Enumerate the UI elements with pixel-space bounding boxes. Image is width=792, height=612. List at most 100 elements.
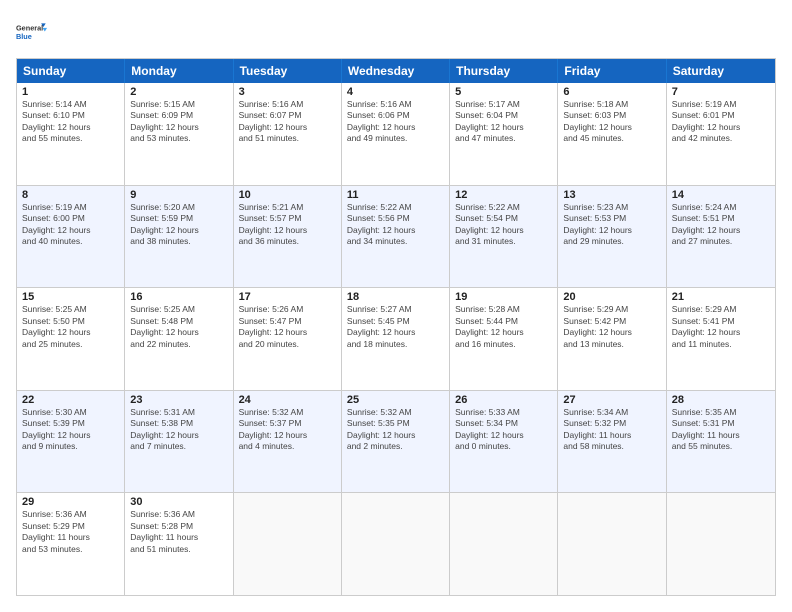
day-info: Sunrise: 5:25 AMSunset: 5:50 PMDaylight:… [22,304,119,350]
day-info: Sunrise: 5:20 AMSunset: 5:59 PMDaylight:… [130,202,227,248]
day-cell-4: 4Sunrise: 5:16 AMSunset: 6:06 PMDaylight… [342,83,450,185]
day-cell-1: 1Sunrise: 5:14 AMSunset: 6:10 PMDaylight… [17,83,125,185]
day-number: 15 [22,291,119,303]
day-cell-29: 29Sunrise: 5:36 AMSunset: 5:29 PMDayligh… [17,493,125,595]
day-number: 17 [239,291,336,303]
day-cell-24: 24Sunrise: 5:32 AMSunset: 5:37 PMDayligh… [234,391,342,493]
logo: GeneralBlue [16,16,48,48]
calendar-body: 1Sunrise: 5:14 AMSunset: 6:10 PMDaylight… [17,83,775,595]
day-info: Sunrise: 5:24 AMSunset: 5:51 PMDaylight:… [672,202,770,248]
day-info: Sunrise: 5:17 AMSunset: 6:04 PMDaylight:… [455,99,552,145]
day-cell-8: 8Sunrise: 5:19 AMSunset: 6:00 PMDaylight… [17,186,125,288]
day-number: 26 [455,394,552,406]
day-cell-20: 20Sunrise: 5:29 AMSunset: 5:42 PMDayligh… [558,288,666,390]
empty-cell-r4c2 [234,493,342,595]
day-number: 28 [672,394,770,406]
weekday-header-tuesday: Tuesday [234,59,342,83]
calendar-row-4: 22Sunrise: 5:30 AMSunset: 5:39 PMDayligh… [17,390,775,493]
weekday-header-thursday: Thursday [450,59,558,83]
day-number: 14 [672,189,770,201]
day-cell-17: 17Sunrise: 5:26 AMSunset: 5:47 PMDayligh… [234,288,342,390]
day-cell-28: 28Sunrise: 5:35 AMSunset: 5:31 PMDayligh… [667,391,775,493]
day-cell-27: 27Sunrise: 5:34 AMSunset: 5:32 PMDayligh… [558,391,666,493]
empty-cell-r4c5 [558,493,666,595]
weekday-header-wednesday: Wednesday [342,59,450,83]
day-cell-26: 26Sunrise: 5:33 AMSunset: 5:34 PMDayligh… [450,391,558,493]
empty-cell-r4c6 [667,493,775,595]
day-info: Sunrise: 5:36 AMSunset: 5:29 PMDaylight:… [22,509,119,555]
weekday-header-saturday: Saturday [667,59,775,83]
day-info: Sunrise: 5:32 AMSunset: 5:37 PMDaylight:… [239,407,336,453]
day-info: Sunrise: 5:22 AMSunset: 5:54 PMDaylight:… [455,202,552,248]
day-number: 20 [563,291,660,303]
day-number: 18 [347,291,444,303]
day-cell-16: 16Sunrise: 5:25 AMSunset: 5:48 PMDayligh… [125,288,233,390]
day-cell-22: 22Sunrise: 5:30 AMSunset: 5:39 PMDayligh… [17,391,125,493]
day-info: Sunrise: 5:16 AMSunset: 6:06 PMDaylight:… [347,99,444,145]
day-number: 27 [563,394,660,406]
day-cell-9: 9Sunrise: 5:20 AMSunset: 5:59 PMDaylight… [125,186,233,288]
day-number: 24 [239,394,336,406]
day-info: Sunrise: 5:30 AMSunset: 5:39 PMDaylight:… [22,407,119,453]
day-info: Sunrise: 5:28 AMSunset: 5:44 PMDaylight:… [455,304,552,350]
day-number: 30 [130,496,227,508]
day-number: 4 [347,86,444,98]
day-info: Sunrise: 5:32 AMSunset: 5:35 PMDaylight:… [347,407,444,453]
day-cell-30: 30Sunrise: 5:36 AMSunset: 5:28 PMDayligh… [125,493,233,595]
day-info: Sunrise: 5:21 AMSunset: 5:57 PMDaylight:… [239,202,336,248]
calendar-row-5: 29Sunrise: 5:36 AMSunset: 5:29 PMDayligh… [17,492,775,595]
day-cell-7: 7Sunrise: 5:19 AMSunset: 6:01 PMDaylight… [667,83,775,185]
day-cell-19: 19Sunrise: 5:28 AMSunset: 5:44 PMDayligh… [450,288,558,390]
weekday-header-sunday: Sunday [17,59,125,83]
day-info: Sunrise: 5:33 AMSunset: 5:34 PMDaylight:… [455,407,552,453]
day-cell-3: 3Sunrise: 5:16 AMSunset: 6:07 PMDaylight… [234,83,342,185]
day-cell-6: 6Sunrise: 5:18 AMSunset: 6:03 PMDaylight… [558,83,666,185]
day-cell-2: 2Sunrise: 5:15 AMSunset: 6:09 PMDaylight… [125,83,233,185]
day-number: 7 [672,86,770,98]
day-number: 3 [239,86,336,98]
svg-text:Blue: Blue [16,32,32,41]
calendar-header: SundayMondayTuesdayWednesdayThursdayFrid… [17,59,775,83]
day-info: Sunrise: 5:29 AMSunset: 5:42 PMDaylight:… [563,304,660,350]
day-info: Sunrise: 5:15 AMSunset: 6:09 PMDaylight:… [130,99,227,145]
day-info: Sunrise: 5:35 AMSunset: 5:31 PMDaylight:… [672,407,770,453]
day-cell-10: 10Sunrise: 5:21 AMSunset: 5:57 PMDayligh… [234,186,342,288]
day-number: 29 [22,496,119,508]
day-cell-12: 12Sunrise: 5:22 AMSunset: 5:54 PMDayligh… [450,186,558,288]
day-info: Sunrise: 5:23 AMSunset: 5:53 PMDaylight:… [563,202,660,248]
day-number: 1 [22,86,119,98]
day-number: 8 [22,189,119,201]
day-number: 25 [347,394,444,406]
day-info: Sunrise: 5:27 AMSunset: 5:45 PMDaylight:… [347,304,444,350]
empty-cell-r4c4 [450,493,558,595]
day-number: 12 [455,189,552,201]
calendar-row-2: 8Sunrise: 5:19 AMSunset: 6:00 PMDaylight… [17,185,775,288]
day-info: Sunrise: 5:19 AMSunset: 6:01 PMDaylight:… [672,99,770,145]
day-number: 22 [22,394,119,406]
day-info: Sunrise: 5:19 AMSunset: 6:00 PMDaylight:… [22,202,119,248]
calendar-row-3: 15Sunrise: 5:25 AMSunset: 5:50 PMDayligh… [17,287,775,390]
day-info: Sunrise: 5:29 AMSunset: 5:41 PMDaylight:… [672,304,770,350]
day-cell-11: 11Sunrise: 5:22 AMSunset: 5:56 PMDayligh… [342,186,450,288]
day-number: 5 [455,86,552,98]
day-cell-25: 25Sunrise: 5:32 AMSunset: 5:35 PMDayligh… [342,391,450,493]
day-cell-14: 14Sunrise: 5:24 AMSunset: 5:51 PMDayligh… [667,186,775,288]
day-number: 16 [130,291,227,303]
calendar-row-1: 1Sunrise: 5:14 AMSunset: 6:10 PMDaylight… [17,83,775,185]
day-info: Sunrise: 5:18 AMSunset: 6:03 PMDaylight:… [563,99,660,145]
day-cell-18: 18Sunrise: 5:27 AMSunset: 5:45 PMDayligh… [342,288,450,390]
day-number: 13 [563,189,660,201]
day-cell-21: 21Sunrise: 5:29 AMSunset: 5:41 PMDayligh… [667,288,775,390]
day-info: Sunrise: 5:22 AMSunset: 5:56 PMDaylight:… [347,202,444,248]
calendar: SundayMondayTuesdayWednesdayThursdayFrid… [16,58,776,596]
day-info: Sunrise: 5:16 AMSunset: 6:07 PMDaylight:… [239,99,336,145]
day-number: 9 [130,189,227,201]
day-number: 2 [130,86,227,98]
day-cell-13: 13Sunrise: 5:23 AMSunset: 5:53 PMDayligh… [558,186,666,288]
day-number: 6 [563,86,660,98]
weekday-header-monday: Monday [125,59,233,83]
day-info: Sunrise: 5:26 AMSunset: 5:47 PMDaylight:… [239,304,336,350]
day-cell-15: 15Sunrise: 5:25 AMSunset: 5:50 PMDayligh… [17,288,125,390]
day-info: Sunrise: 5:34 AMSunset: 5:32 PMDaylight:… [563,407,660,453]
day-number: 21 [672,291,770,303]
